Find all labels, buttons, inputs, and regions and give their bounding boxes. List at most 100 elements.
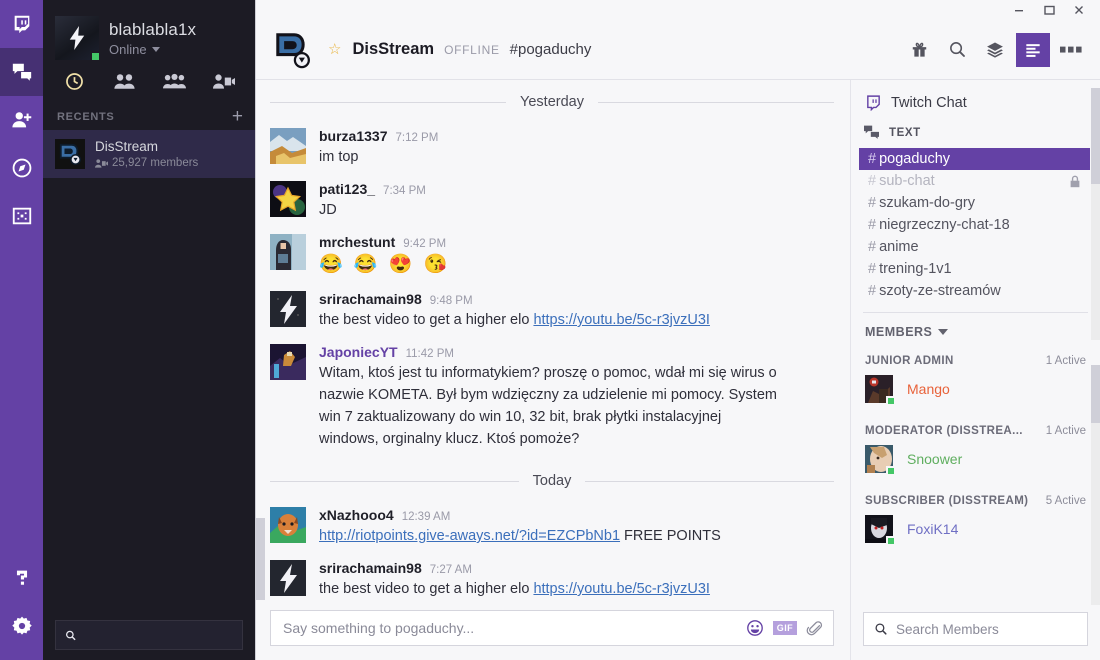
divider-line <box>585 480 835 482</box>
close-icon <box>1075 6 1083 14</box>
nav-video-group[interactable] <box>209 68 239 94</box>
rail-item-settings[interactable] <box>0 602 43 650</box>
layers-button[interactable] <box>978 33 1012 67</box>
minimize-icon <box>1015 10 1023 12</box>
avatar[interactable] <box>270 234 306 270</box>
message-link[interactable]: http://riotpoints.give-aways.net/?id=EZC… <box>319 528 620 544</box>
channels-scrollbar-thumb[interactable] <box>1091 88 1100 184</box>
rail-item-twitch[interactable] <box>0 0 43 48</box>
maximize-button[interactable] <box>1034 0 1064 20</box>
search-button[interactable] <box>940 33 974 67</box>
nav-recents-clock[interactable] <box>59 68 89 94</box>
chat-bubbles-icon <box>12 63 31 81</box>
avatar[interactable] <box>270 560 306 596</box>
recent-item-disstream[interactable]: DisStream 25,927 members <box>43 130 255 178</box>
chevron-down-icon <box>938 329 949 335</box>
nav-groups[interactable] <box>159 68 189 94</box>
emoji-icon[interactable] <box>746 619 764 637</box>
user-status[interactable]: Online <box>109 42 196 57</box>
member-name: Snoower <box>907 451 963 467</box>
rail-item-messages[interactable] <box>0 48 43 96</box>
channel-item-niegrzeczny-chat-18[interactable]: # niegrzeczny-chat-18 <box>859 214 1090 236</box>
hash-icon: # <box>868 151 877 167</box>
search-icon <box>875 623 887 635</box>
nav-friends[interactable] <box>109 68 139 94</box>
avatar[interactable] <box>270 507 306 543</box>
gif-button[interactable]: GIF <box>772 621 797 635</box>
message-link[interactable]: https://youtu.be/5c-r3jvzU3I <box>533 581 710 597</box>
channel-item-szukam-do-gry[interactable]: # szukam-do-gry <box>859 192 1090 214</box>
avatar-image <box>270 234 306 270</box>
avatar <box>865 445 896 476</box>
message-header: mrchestunt 9:42 PM <box>319 234 834 250</box>
channel-label: # anime <box>868 239 919 255</box>
rail-item-discover[interactable] <box>0 144 43 192</box>
channel-label: # trening-1v1 <box>868 261 952 277</box>
recents-label: RECENTS <box>57 111 115 123</box>
rail-item-help[interactable] <box>0 554 43 602</box>
avatar[interactable] <box>270 181 306 217</box>
channel-item-sub-chat[interactable]: # sub-chat <box>859 170 1090 192</box>
message-author[interactable]: srirachamain98 <box>319 560 422 576</box>
avatar[interactable] <box>55 16 99 60</box>
user-status-label: Online <box>109 41 147 57</box>
channel-item-pogaduchy[interactable]: # pogaduchy <box>859 148 1090 170</box>
rail-item-screenshare[interactable] <box>0 192 43 240</box>
message-list[interactable]: Yesterday burza1337 7:12 PM im top pati1… <box>256 80 850 600</box>
minimize-button[interactable] <box>1004 0 1034 20</box>
member-row-foxik14[interactable]: FoxiK14 <box>851 511 1100 547</box>
search-icon <box>949 42 965 57</box>
message-author[interactable]: srirachamain98 <box>319 291 422 307</box>
avatar-image <box>270 560 306 596</box>
message-author[interactable]: xNazhooo4 <box>319 507 394 523</box>
recent-item-meta: DisStream 25,927 members <box>95 139 198 169</box>
member-row-mango[interactable]: Mango <box>851 371 1100 407</box>
message-author[interactable]: mrchestunt <box>319 234 395 250</box>
member-list-button[interactable] <box>1016 32 1050 67</box>
twitch-icon <box>14 15 29 34</box>
member-search-input[interactable] <box>896 621 1077 637</box>
favorite-star-icon[interactable]: ☆ <box>328 40 341 58</box>
message-author[interactable]: burza1337 <box>319 128 387 144</box>
lock-icon <box>1070 175 1080 187</box>
message-author[interactable]: JaponiecYT <box>319 344 398 360</box>
gift-button[interactable] <box>902 33 936 67</box>
chat-scrollbar-thumb[interactable] <box>256 518 265 600</box>
rail-item-add-friend[interactable] <box>0 96 43 144</box>
member-group-title: SUBSCRIBER (DISSTREAM) <box>865 495 1029 507</box>
add-recent-button[interactable]: + <box>232 107 243 126</box>
members-scrollbar[interactable] <box>1091 365 1100 605</box>
sidebar-search[interactable] <box>55 620 243 650</box>
message-text: the best video to get a higher elo https… <box>319 309 834 331</box>
avatar[interactable] <box>270 128 306 164</box>
message-author[interactable]: pati123_ <box>319 181 375 197</box>
message-input[interactable] <box>283 620 746 636</box>
server-name: DisStream <box>352 40 435 58</box>
channels-scrollbar[interactable] <box>1091 88 1100 340</box>
message-header: xNazhooo4 12:39 AM <box>319 507 834 523</box>
avatar[interactable] <box>270 291 306 327</box>
avatar-image <box>270 181 306 217</box>
channel-item-trening-1v1[interactable]: # trening-1v1 <box>859 258 1090 280</box>
members-scrollbar-thumb[interactable] <box>1091 365 1100 423</box>
member-search[interactable] <box>863 612 1088 646</box>
search-input[interactable] <box>82 628 233 642</box>
message-row: xNazhooo4 12:39 AM http://riotpoints.giv… <box>270 499 834 552</box>
avatar[interactable] <box>270 344 306 380</box>
close-button[interactable] <box>1064 0 1094 20</box>
more-options-button[interactable] <box>1054 33 1088 67</box>
paperclip-icon[interactable] <box>806 620 823 637</box>
gear-icon <box>11 616 32 635</box>
layers-icon <box>987 42 1003 58</box>
channel-item-szoty-ze-streamow[interactable]: # szoty-ze-streamów <box>859 280 1090 302</box>
message-row: srirachamain98 9:48 PM the best video to… <box>270 283 834 336</box>
message-composer[interactable]: GIF <box>270 610 834 646</box>
message-row: pati123_ 7:34 PM JD <box>270 173 834 226</box>
message-text: im top <box>319 149 359 165</box>
message-link[interactable]: https://youtu.be/5c-r3jvzU3I <box>533 312 710 328</box>
member-row-snoower[interactable]: Snoower <box>851 441 1100 477</box>
recent-item-members: 25,927 members <box>95 157 198 169</box>
members-header[interactable]: MEMBERS <box>851 313 1100 347</box>
channel-item-anime[interactable]: # anime <box>859 236 1090 258</box>
text-section-label: TEXT <box>889 126 921 139</box>
